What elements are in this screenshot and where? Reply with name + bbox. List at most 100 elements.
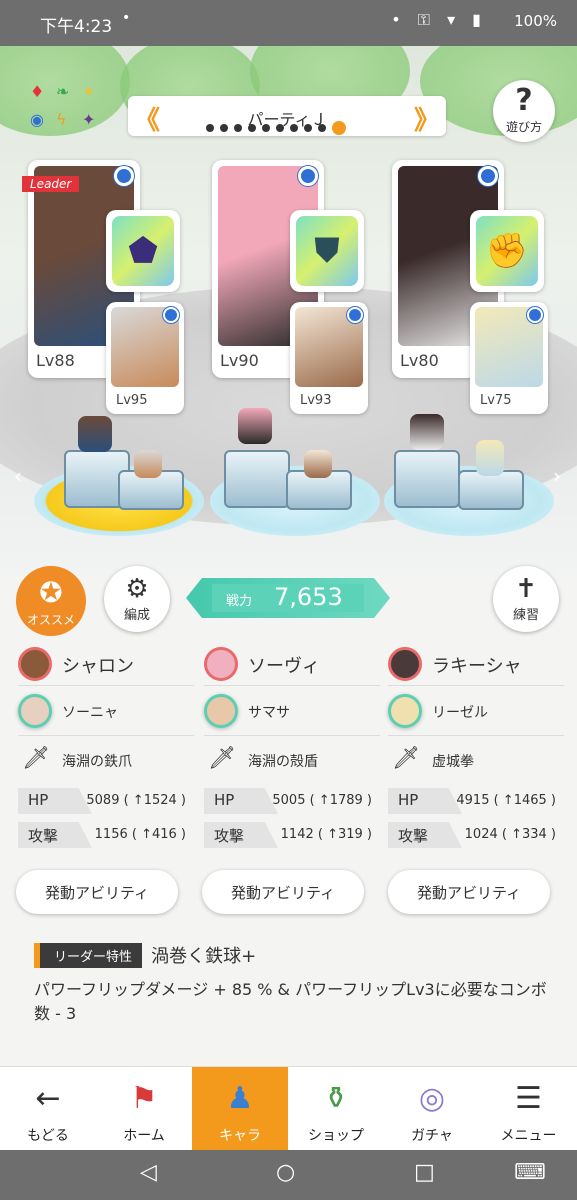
ability-button-2[interactable]: 発動アビリティ <box>202 870 364 914</box>
sub-character-card-3[interactable]: Lv75 <box>470 302 548 414</box>
weapon-name: 海淵の鉄爪 <box>62 754 132 770</box>
clock: 下午4:23 <box>40 17 113 37</box>
shield-icon: ⛊ <box>314 231 340 271</box>
character-sprite <box>238 408 272 444</box>
hp-value: 5089 ( ↑1524 ) <box>86 793 186 808</box>
equipment-slot-2[interactable]: ⛊ <box>290 210 364 292</box>
weapon-row[interactable]: 🗡 虚城拳 <box>388 736 564 782</box>
character-info-column-3: ラキーシャ リーゼル 🗡 虚城拳 HP 4915 ( ↑1465 ) 攻撃 10… <box>388 642 564 850</box>
main-level: Lv88 <box>36 351 75 370</box>
hp-stat: HP 4915 ( ↑1465 ) <box>388 788 564 816</box>
next-party-button[interactable]: 》 <box>414 100 440 137</box>
sub-character-card-1[interactable]: Lv95 <box>106 302 184 414</box>
nav-menu[interactable]: ☰ メニュー <box>480 1067 577 1151</box>
nav-back[interactable]: ← もどる <box>0 1067 96 1151</box>
formation-label: 編成 <box>123 608 150 623</box>
ability-button-1[interactable]: 発動アビリティ <box>16 870 178 914</box>
main-character-name: ソーヴィ <box>248 656 320 677</box>
weapon-name: 海淵の殻盾 <box>248 754 318 770</box>
system-recent-icon[interactable]: □ <box>414 1160 435 1185</box>
attack-label: 攻撃 <box>388 822 462 848</box>
character-sprite <box>476 440 504 476</box>
page-dot <box>220 124 228 132</box>
system-back-icon[interactable]: ◁ <box>140 1160 157 1185</box>
status-icons: • ⚿ ▾ ▮ <box>391 10 487 29</box>
select-radio-icon[interactable] <box>527 307 543 323</box>
select-radio-icon[interactable] <box>347 307 363 323</box>
nav-character[interactable]: ♟ キャラ <box>192 1067 288 1151</box>
leader-skill-panel: リーダー特性 渦巻く鉄球+ パワーフリップダメージ + 85 % & パワーフリ… <box>34 942 554 1026</box>
character-icon: ♟ <box>226 1081 254 1116</box>
formation-button[interactable]: ⚙ 編成 <box>104 566 170 632</box>
main-character-name: ラキーシャ <box>432 656 522 677</box>
sub-level: Lv93 <box>300 393 332 408</box>
hp-label: HP <box>18 788 92 814</box>
leader-skill-badge: リーダー特性 <box>34 942 143 968</box>
weapon-icon: ⬟ <box>128 231 158 271</box>
element-thunder-icon: ϟ <box>56 110 67 129</box>
select-radio-icon[interactable] <box>114 166 134 186</box>
menu-list-icon: ☰ <box>515 1081 542 1116</box>
left-scroll-arrow[interactable]: ‹ <box>14 464 22 488</box>
recommend-button[interactable]: ✪ オススメ <box>16 566 86 636</box>
recommend-label: オススメ <box>26 613 75 627</box>
how-to-play-label: 遊び方 <box>505 120 542 134</box>
main-level: Lv90 <box>220 351 259 370</box>
element-dark-icon: ✦ <box>82 110 96 129</box>
pedestal <box>394 450 460 508</box>
hp-label: HP <box>204 788 278 814</box>
main-character-name: シャロン <box>62 656 134 677</box>
avatar <box>388 647 422 681</box>
attack-value: 1024 ( ↑334 ) <box>464 827 556 842</box>
party-scene: ♦ ❧ ✦ ◉ ϟ ✦ 《 パーティＪ 》 ? 遊び方 Leader Lv88 … <box>0 46 577 576</box>
select-radio-icon[interactable] <box>163 307 179 323</box>
character-sprite <box>410 414 444 450</box>
character-sprite <box>134 450 162 478</box>
weapon-row[interactable]: 🗡 海淵の殻盾 <box>204 736 380 782</box>
sub-character-row[interactable]: サマサ <box>204 686 380 736</box>
sub-level: Lv95 <box>116 393 148 408</box>
nav-label: もどる <box>27 1128 69 1144</box>
status-bar: 下午4:23 • • ⚿ ▾ ▮ 100% <box>0 0 577 46</box>
right-scroll-arrow[interactable]: › <box>553 464 561 488</box>
game-controller-icon[interactable]: ⌨ <box>514 1160 546 1185</box>
nav-gacha[interactable]: ◎ ガチャ <box>384 1067 480 1151</box>
weapon-row[interactable]: 🗡 海淵の鉄爪 <box>18 736 194 782</box>
ability-button-3[interactable]: 発動アビリティ <box>388 870 550 914</box>
element-fire-icon: ♦ <box>30 82 45 101</box>
equipment-slot-1[interactable]: ⬟ <box>106 210 180 292</box>
nav-shop[interactable]: ⚱ ショップ <box>288 1067 384 1151</box>
select-radio-icon[interactable] <box>298 166 318 186</box>
sub-level: Lv75 <box>480 393 512 408</box>
sub-character-row[interactable]: リーゼル <box>388 686 564 736</box>
page-dot <box>234 124 242 132</box>
element-icons[interactable]: ♦ ❧ ✦ ◉ ϟ ✦ <box>26 82 106 140</box>
practice-button[interactable]: ✝ 練習 <box>493 566 559 632</box>
equipment-slot-3[interactable]: ✊ <box>470 210 544 292</box>
sub-character-card-2[interactable]: Lv93 <box>290 302 368 414</box>
nav-label: キャラ <box>219 1128 261 1144</box>
how-to-play-button[interactable]: ? 遊び方 <box>493 80 555 142</box>
weapon-icon: 🗡 <box>208 746 236 771</box>
nav-label: ショップ <box>308 1128 364 1144</box>
main-character-row[interactable]: シャロン <box>18 642 194 686</box>
page-dot <box>206 124 214 132</box>
sub-character-name: リーゼル <box>432 705 488 721</box>
nav-label: ホーム <box>123 1128 165 1144</box>
select-radio-icon[interactable] <box>478 166 498 186</box>
nav-home[interactable]: ⚑ ホーム <box>96 1067 192 1151</box>
main-character-row[interactable]: ソーヴィ <box>204 642 380 686</box>
gacha-portal-icon: ◎ <box>418 1081 446 1116</box>
system-home-icon[interactable]: ○ <box>276 1160 295 1185</box>
recommend-icon: ✪ <box>39 576 63 609</box>
weapon-icon: 🗡 <box>22 746 50 771</box>
nav-label: ガチャ <box>411 1128 453 1144</box>
sub-character-row[interactable]: ソーニャ <box>18 686 194 736</box>
avatar <box>204 694 238 728</box>
hp-stat: HP 5089 ( ↑1524 ) <box>18 788 194 816</box>
page-dot <box>290 124 298 132</box>
power-value: 7,653 <box>274 583 343 611</box>
home-icon: ⚑ <box>130 1081 158 1116</box>
main-character-row[interactable]: ラキーシャ <box>388 642 564 686</box>
character-info-column-1: シャロン ソーニャ 🗡 海淵の鉄爪 HP 5089 ( ↑1524 ) 攻撃 1… <box>18 642 194 850</box>
